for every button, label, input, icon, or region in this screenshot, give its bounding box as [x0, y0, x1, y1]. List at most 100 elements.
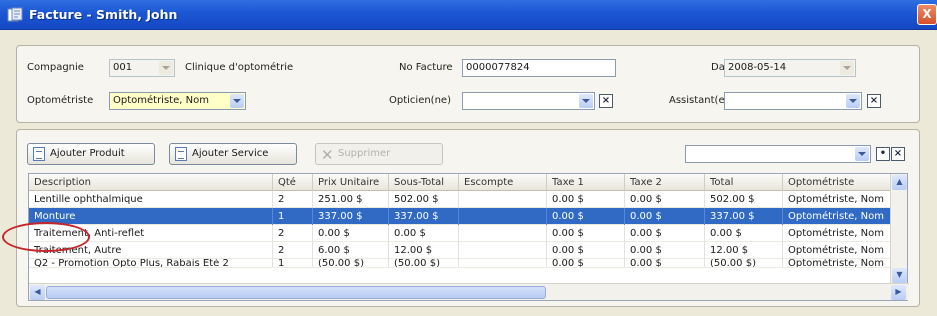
cell-total: (50.00 $) — [705, 259, 783, 267]
cell-tax1: 0.00 $ — [547, 208, 625, 225]
cell-optometrist: Optométriste, Nom — [783, 191, 891, 208]
cell-discount — [459, 191, 547, 208]
cell-tax2: 0.00 $ — [625, 208, 705, 225]
scroll-up-icon[interactable]: ▲ — [892, 175, 907, 190]
cell-unit-price: 0.00 $ — [313, 225, 389, 242]
cell-unit-price: 251.00 $ — [313, 191, 389, 208]
opticien-select[interactable] — [462, 92, 595, 110]
optometriste-label: Optométriste — [27, 95, 94, 106]
add-service-label: Ajouter Service — [192, 148, 269, 159]
assistant-label: Assistant(e) — [669, 95, 729, 106]
table-row[interactable]: Q2 - Promotion Opto Plus, Rabais Été 2 1… — [29, 259, 891, 268]
annotation-circle — [2, 222, 90, 252]
clinic-name: Clinique d'optométrie — [185, 62, 294, 73]
cell-total: 12.00 $ — [705, 242, 783, 259]
cell-unit-price: (50.00 $) — [313, 259, 389, 267]
add-service-button[interactable]: Ajouter Service — [169, 143, 297, 165]
chevron-down-icon — [159, 61, 173, 75]
column-header[interactable]: Optométriste — [783, 174, 891, 191]
delete-x-icon: ✕ — [321, 146, 334, 164]
column-header[interactable]: Sous-Total — [389, 174, 459, 191]
cell-quantity: 2 — [273, 242, 313, 259]
radio-dot-icon: • — [879, 148, 887, 159]
cell-discount — [459, 259, 547, 267]
invoice-header-group: Compagnie 001 Clinique d'optométrie No F… — [16, 45, 920, 123]
optometriste-select[interactable]: Optométriste, Nom — [109, 92, 246, 110]
clear-opticien-button[interactable]: × — [599, 94, 613, 108]
cell-subtotal: 502.00 $ — [389, 191, 459, 208]
invoice-items-table: Description Qté Prix Unitaire Sous-Total… — [28, 173, 909, 301]
cell-tax2: 0.00 $ — [625, 225, 705, 242]
opticien-label: Opticien(ne) — [389, 95, 451, 106]
cell-quantity: 2 — [273, 225, 313, 242]
delete-label: Supprimer — [338, 148, 391, 159]
no-facture-label: No Facture — [399, 62, 453, 73]
column-header[interactable]: Description — [29, 174, 273, 191]
chevron-down-icon — [579, 94, 593, 108]
cell-optometrist: Optométriste, Nom — [783, 259, 891, 267]
compagnie-select[interactable]: 001 — [109, 59, 175, 77]
cell-discount — [459, 242, 547, 259]
cell-discount — [459, 225, 547, 242]
cell-optometrist: Optométriste, Nom — [783, 242, 891, 259]
delete-button[interactable]: ✕ Supprimer — [315, 143, 443, 165]
cell-tax1: 0.00 $ — [547, 242, 625, 259]
invoice-window-icon — [7, 7, 23, 22]
column-header[interactable]: Escompte — [459, 174, 547, 191]
cell-total: 337.00 $ — [705, 208, 783, 225]
cell-total: 0.00 $ — [705, 225, 783, 242]
column-header[interactable]: Prix Unitaire — [313, 174, 389, 191]
table-row[interactable]: Lentille ophthalmique 2 251.00 $ 502.00 … — [29, 191, 891, 208]
cell-tax1: 0.00 $ — [547, 191, 625, 208]
table-row[interactable]: Traitement, Anti-reflet 2 0.00 $ 0.00 $ … — [29, 225, 891, 242]
close-icon: × — [601, 95, 611, 106]
vertical-scrollbar[interactable]: ▲ ▼ — [890, 174, 907, 285]
close-icon: × — [869, 95, 879, 106]
scroll-left-icon[interactable]: ◀ — [30, 285, 45, 300]
invoice-items-panel: Ajouter Produit Ajouter Service ✕ Suppri… — [16, 129, 920, 307]
cell-subtotal: 337.00 $ — [389, 208, 459, 225]
cell-description: Lentille ophthalmique — [29, 191, 273, 208]
cell-tax2: 0.00 $ — [625, 191, 705, 208]
document-add-icon — [175, 147, 187, 161]
date-picker[interactable]: 2008-05-14 — [724, 59, 856, 77]
cell-tax1: 0.00 $ — [547, 225, 625, 242]
filter-apply-button[interactable]: • — [876, 147, 890, 161]
clear-assistant-button[interactable]: × — [867, 94, 881, 108]
column-header[interactable]: Taxe 2 — [625, 174, 705, 191]
scroll-down-icon[interactable]: ▼ — [892, 268, 907, 283]
column-header[interactable]: Qté — [273, 174, 313, 191]
cell-quantity: 2 — [273, 191, 313, 208]
filter-select[interactable] — [685, 145, 871, 163]
cell-tax2: 0.00 $ — [625, 259, 705, 267]
scroll-right-icon[interactable]: ▶ — [891, 285, 906, 300]
table-row[interactable]: Traitement, Autre 2 6.00 $ 12.00 $ 0.00 … — [29, 242, 891, 259]
assistant-select[interactable] — [724, 92, 862, 110]
cell-subtotal: (50.00 $) — [389, 259, 459, 267]
window-close-button[interactable]: X — [917, 4, 937, 25]
no-facture-field[interactable]: 0000077824 — [462, 59, 616, 77]
cell-quantity: 1 — [273, 259, 313, 267]
add-product-button[interactable]: Ajouter Produit — [27, 143, 155, 165]
horizontal-scroll-thumb[interactable] — [46, 286, 546, 299]
column-header[interactable]: Total — [705, 174, 783, 191]
date-value: 2008-05-14 — [728, 62, 787, 73]
column-header[interactable]: Taxe 1 — [547, 174, 625, 191]
cell-tax2: 0.00 $ — [625, 242, 705, 259]
cell-subtotal: 12.00 $ — [389, 242, 459, 259]
chevron-down-icon — [840, 61, 854, 75]
table-header: Description Qté Prix Unitaire Sous-Total… — [29, 174, 891, 191]
optometriste-value: Optométriste, Nom — [113, 95, 209, 106]
cell-subtotal: 0.00 $ — [389, 225, 459, 242]
close-icon: X — [922, 7, 932, 21]
cell-quantity: 1 — [273, 208, 313, 225]
compagnie-label: Compagnie — [27, 62, 84, 73]
document-add-icon — [33, 147, 45, 161]
table-row-selected[interactable]: Monture 1 337.00 $ 337.00 $ 0.00 $ 0.00 … — [29, 208, 891, 225]
compagnie-value: 001 — [113, 62, 133, 73]
horizontal-scrollbar[interactable]: ◀ ▶ — [29, 283, 909, 300]
no-facture-value: 0000077824 — [466, 62, 530, 73]
cell-tax1: 0.00 $ — [547, 259, 625, 267]
clear-filter-button[interactable]: × — [891, 147, 905, 161]
title-bar[interactable]: Facture - Smith, John X — [0, 0, 937, 30]
